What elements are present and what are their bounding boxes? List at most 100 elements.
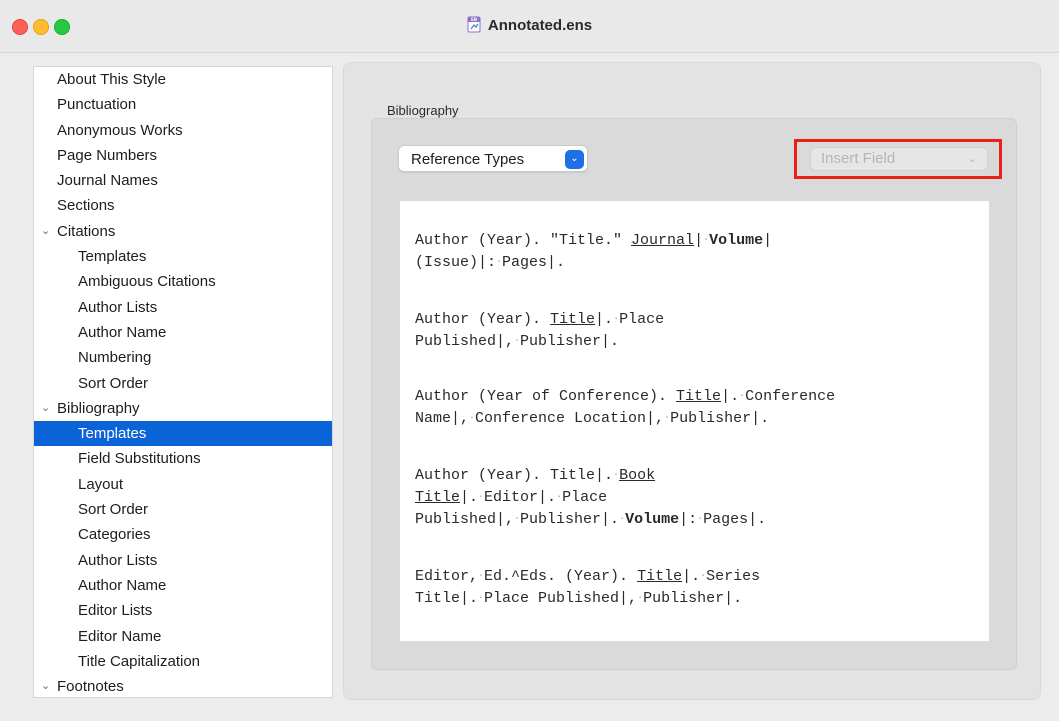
chevron-down-icon[interactable]: ⌄ bbox=[41, 396, 50, 421]
template-text: Title|. bbox=[415, 590, 479, 607]
sidebar-item-citations-author-lists[interactable]: Author Lists bbox=[34, 295, 332, 320]
sidebar-item-editor-name[interactable]: Editor Name bbox=[34, 624, 332, 649]
template-field-underlined: Title bbox=[637, 568, 683, 585]
svg-text:EN: EN bbox=[471, 17, 477, 22]
template-text: Publisher|. bbox=[520, 511, 620, 528]
sidebar-item-numbering[interactable]: Numbering bbox=[34, 345, 332, 370]
template-text: Publisher|. bbox=[520, 333, 620, 350]
sidebar-item-label: Author Lists bbox=[78, 551, 158, 569]
template-book[interactable]: Author (Year). Title|.·Place Published|,… bbox=[415, 309, 664, 353]
template-text: Ed.^Eds. (Year). bbox=[484, 568, 638, 585]
sidebar-item-label: Numbering bbox=[78, 349, 152, 367]
template-field-underlined: Journal bbox=[631, 232, 695, 249]
sidebar-item-label: Sort Order bbox=[78, 374, 149, 392]
template-field-bold: Volume bbox=[709, 232, 764, 249]
template-text: Editor, bbox=[415, 568, 479, 585]
template-text: Author (Year). "Title." bbox=[415, 232, 632, 249]
template-text: Place bbox=[619, 311, 665, 328]
sidebar-item-editor-lists[interactable]: Editor Lists bbox=[34, 598, 332, 623]
sidebar-item-citations-templates[interactable]: Templates bbox=[34, 244, 332, 269]
sidebar-item-sections[interactable]: Sections bbox=[34, 193, 332, 218]
sidebar-group-bibliography[interactable]: ⌄ Bibliography bbox=[34, 396, 332, 421]
sidebar-item-layout[interactable]: Layout bbox=[34, 472, 332, 497]
style-sections-sidebar: About This Style Punctuation Anonymous W… bbox=[33, 66, 333, 698]
template-text: Author (Year of Conference). bbox=[415, 388, 677, 405]
sidebar-item-categories[interactable]: Categories bbox=[34, 522, 332, 547]
sidebar-item-label: Title Capitalization bbox=[78, 652, 200, 670]
template-text: Published|, bbox=[415, 333, 515, 350]
template-text: Published|, bbox=[415, 511, 515, 528]
sidebar-item-label: Page Numbers bbox=[57, 146, 158, 164]
reference-types-popup[interactable]: Reference Types ⌄ bbox=[398, 145, 588, 172]
sidebar-item-label: Ambiguous Citations bbox=[78, 273, 216, 291]
template-text: |. bbox=[682, 568, 701, 585]
sidebar-item-label: Field Substitutions bbox=[78, 450, 201, 468]
bibliography-group-label: Bibliography bbox=[387, 103, 459, 118]
sidebar-item-bibliography-sort-order[interactable]: Sort Order bbox=[34, 497, 332, 522]
endnote-style-document-icon: EN bbox=[467, 16, 481, 33]
template-text: Publisher|. bbox=[643, 590, 743, 607]
template-text: | bbox=[694, 232, 704, 249]
sidebar-item-page-numbers[interactable]: Page Numbers bbox=[34, 143, 332, 168]
template-text: |. bbox=[595, 311, 614, 328]
template-text: |. bbox=[460, 489, 479, 506]
sidebar-item-bibliography-author-name[interactable]: Author Name bbox=[34, 573, 332, 598]
sidebar-item-bibliography-author-lists[interactable]: Author Lists bbox=[34, 548, 332, 573]
template-book-section[interactable]: Author (Year). Title|.·Book Title|.·Edit… bbox=[415, 465, 766, 531]
sidebar-item-label: Author Lists bbox=[78, 298, 158, 316]
sidebar-item-label: Layout bbox=[78, 475, 124, 493]
highlight-annotation-box bbox=[794, 139, 1002, 179]
sidebar-group-citations[interactable]: ⌄ Citations bbox=[34, 219, 332, 244]
sidebar-item-label: Templates bbox=[78, 425, 147, 443]
sidebar-item-field-substitutions[interactable]: Field Substitutions bbox=[34, 446, 332, 471]
template-text: (Issue)|: bbox=[415, 254, 497, 271]
sidebar-item-journal-names[interactable]: Journal Names bbox=[34, 168, 332, 193]
template-conference[interactable]: Author (Year of Conference). Title|.·Con… bbox=[415, 386, 835, 430]
window-title: Annotated.ens bbox=[487, 17, 593, 34]
template-field-underlined: Title bbox=[550, 311, 596, 328]
sidebar-group-footnotes[interactable]: ⌄ Footnotes bbox=[34, 674, 332, 697]
sidebar-item-label: About This Style bbox=[57, 71, 166, 88]
sidebar-item-citations-sort-order[interactable]: Sort Order bbox=[34, 371, 332, 396]
template-text: | bbox=[763, 232, 773, 249]
sidebar-item-label: Anonymous Works bbox=[57, 121, 183, 139]
sidebar-item-about-this-style[interactable]: About This Style bbox=[34, 67, 332, 92]
window-title-area: EN Annotated.ens bbox=[0, 16, 1059, 34]
sidebar-item-title-capitalization[interactable]: Title Capitalization bbox=[34, 649, 332, 674]
template-editor[interactable]: Author (Year). "Title." Journal|·Volume|… bbox=[400, 201, 989, 641]
template-text: |. bbox=[721, 388, 740, 405]
template-text: Editor|. bbox=[484, 489, 557, 506]
template-field-underlined: Book bbox=[619, 467, 656, 484]
sidebar-item-anonymous-works[interactable]: Anonymous Works bbox=[34, 118, 332, 143]
chevron-down-icon[interactable]: ⌄ bbox=[41, 219, 50, 244]
sidebar-item-punctuation[interactable]: Punctuation bbox=[34, 92, 332, 117]
template-text: Place Published|, bbox=[484, 590, 638, 607]
template-field-underlined: Title bbox=[676, 388, 722, 405]
template-text: Pages|. bbox=[502, 254, 566, 271]
sidebar-item-label: Punctuation bbox=[57, 96, 137, 114]
chevron-down-icon[interactable]: ⌄ bbox=[41, 674, 50, 697]
sidebar-item-label: Editor Name bbox=[78, 627, 162, 645]
sidebar-item-label: Author Name bbox=[78, 323, 167, 341]
sidebar-item-label: Citations bbox=[57, 222, 116, 240]
sidebar-item-citations-author-name[interactable]: Author Name bbox=[34, 320, 332, 345]
title-bar: EN Annotated.ens bbox=[0, 0, 1059, 53]
sidebar-item-label: Footnotes bbox=[57, 678, 124, 696]
template-journal-article[interactable]: Author (Year). "Title." Journal|·Volume|… bbox=[415, 230, 772, 274]
template-text: Series bbox=[706, 568, 761, 585]
sidebar-item-bibliography-templates[interactable]: Templates bbox=[34, 421, 332, 447]
template-text: Author (Year). Title|. bbox=[415, 467, 614, 484]
template-edited-book[interactable]: Editor,·Ed.^Eds. (Year). Title|.·Series … bbox=[415, 566, 760, 610]
template-text: Name|, bbox=[415, 410, 470, 427]
sidebar-item-ambiguous-citations[interactable]: Ambiguous Citations bbox=[34, 269, 332, 294]
chevron-down-icon[interactable]: ⌄ bbox=[565, 150, 584, 169]
template-text: Conference bbox=[745, 388, 836, 405]
template-text: Author (Year). bbox=[415, 311, 551, 328]
sidebar-item-label: Journal Names bbox=[57, 172, 158, 190]
template-text: Conference Location|, bbox=[475, 410, 665, 427]
sidebar-item-label: Bibliography bbox=[57, 399, 140, 417]
template-text: Pages|. bbox=[703, 511, 767, 528]
template-text: |: bbox=[679, 511, 698, 528]
template-field-bold: Volume bbox=[625, 511, 680, 528]
sidebar-item-label: Editor Lists bbox=[78, 602, 153, 620]
